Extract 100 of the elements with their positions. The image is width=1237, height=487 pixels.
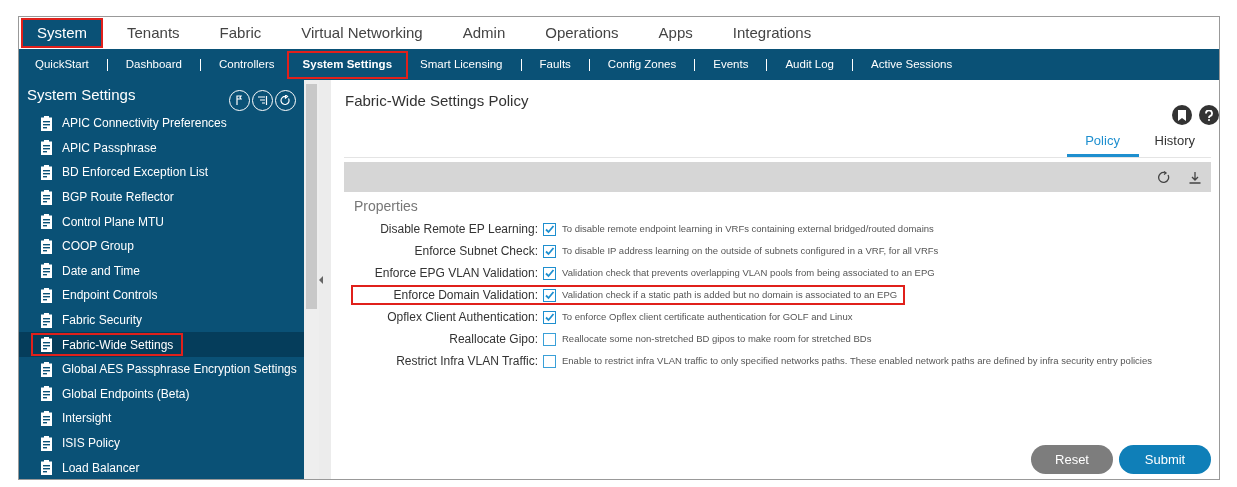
sub-nav-tab[interactable]: Dashboard [119,50,188,79]
sidebar-item[interactable]: ISIS Policy [19,430,304,456]
sidebar-item[interactable]: Global AES Passphrase Encryption Settings [19,356,304,382]
property-description: Validation check that prevents overlapping VLAN pools from being associated to an EPG [562,265,935,280]
refresh-icon[interactable] [1158,170,1171,184]
top-nav-tab[interactable]: Fabric [203,18,278,48]
sidebar-item-label: BGP Route Reflector [62,189,174,207]
document-icon [41,238,52,254]
sidebar-item-label: Fabric Security [62,312,143,330]
sub-nav-tab[interactable]: System Settings [286,50,409,79]
top-nav-tab[interactable]: System [21,18,103,48]
property-description: Reallocate some non-stretched BD gipos to make room for stretched BDs [562,331,872,346]
sidebar-item[interactable]: Fabric Security [19,307,304,333]
document-icon [41,386,52,402]
sub-nav-tab[interactable]: QuickStart [29,50,95,79]
top-nav-tab[interactable]: Virtual Networking [285,18,439,48]
sidebar-item-label: Global Endpoints (Beta) [62,385,190,403]
document-icon [41,287,52,303]
document-icon [41,115,52,131]
property-label: Disable Remote EP Learning: [379,221,538,238]
sub-nav-tab[interactable]: Faults [533,50,577,79]
sub-nav-tab[interactable]: Config Zones [601,50,683,79]
property-description: To disable IP address learning on the outside of subnets configured in a VRF, for all VRFs [562,243,939,258]
property-label: Restrict Infra VLAN Traffic: [395,353,538,370]
sidebar-item-label: Date and Time [62,262,141,280]
sidebar-item[interactable]: BGP Route Reflector [19,184,304,210]
document-icon [41,140,52,156]
property-label: Enforce Domain Validation: [392,287,538,304]
sidebar-item-label: APIC Passphrase [62,139,157,157]
sidebar-item-label: BD Enforced Exception List [62,164,209,182]
property-description: To enforce Opflex client certificate authentication for GOLF and Linux [562,309,853,324]
sidebar-item[interactable]: COOP Group [19,233,304,259]
download-icon[interactable] [1189,170,1201,184]
top-nav-tab[interactable]: Apps [642,18,709,48]
checkbox[interactable] [543,222,556,236]
document-icon [41,263,52,279]
document-icon [41,460,52,476]
document-icon [41,435,52,451]
top-nav-tab[interactable]: Tenants [111,18,196,48]
top-nav-tab[interactable]: Operations [529,18,635,48]
sidebar-item-label: Control Plane MTU [62,213,165,231]
sidebar-item[interactable]: Load Balancer [19,455,304,479]
panel-tab[interactable]: History [1138,127,1211,157]
checkbox[interactable] [543,332,556,346]
bookmark-icon[interactable] [1172,105,1192,125]
sidebar-item-label: APIC Connectivity Preferences [62,115,227,133]
checkbox[interactable] [543,266,556,280]
sidebar-item-label: Load Balancer [62,459,140,477]
sidebar-item[interactable]: Control Plane MTU [19,209,304,234]
checkmark-icon [544,245,555,257]
sub-nav-tab[interactable]: Audit Log [779,50,841,79]
property-label: Enforce Subnet Check: [413,243,538,260]
checkmark-icon [544,311,555,323]
sidebar-title: System Settings [27,85,136,106]
sidebar-item-label: Intersight [62,410,112,428]
sidebar-item-label: Global AES Passphrase Encryption Settings [62,361,297,379]
help-icon[interactable] [1199,105,1219,125]
submit-button[interactable]: Submit [1119,445,1211,474]
sidebar-item[interactable]: BD Enforced Exception List [19,160,304,185]
property-description: Validation check if a static path is added but no domain is associated to an EPG [562,287,898,302]
sidebar-item[interactable]: Endpoint Controls [19,283,304,308]
checkbox[interactable] [543,354,556,368]
sidebar-item-label: Endpoint Controls [62,287,158,305]
sub-nav-tab[interactable]: Controllers [212,50,281,79]
top-nav-tab[interactable]: Admin [446,18,522,48]
checkbox[interactable] [543,244,556,258]
top-nav-tab[interactable]: Integrations [716,18,828,48]
sub-nav-tab[interactable]: Active Sessions [865,50,959,79]
checkmark-icon [544,289,555,301]
document-icon [41,361,52,377]
sidebar-item[interactable]: Date and Time [19,258,304,284]
checkbox[interactable] [543,288,556,302]
document-icon [41,214,52,230]
checkbox[interactable] [543,310,556,324]
panel-title: Fabric-Wide Settings Policy [344,91,529,111]
sub-nav-tab[interactable]: Events [707,50,755,79]
property-label: Enforce EPG VLAN Validation: [373,265,538,282]
sidebar-item[interactable]: APIC Connectivity Preferences [19,111,304,136]
property-description: To disable remote endpoint learning in VRFs containing external bridged/routed domains [562,221,934,236]
document-icon [41,337,52,353]
sidebar-item[interactable]: Intersight [19,406,304,431]
document-icon [41,410,52,426]
property-label: Opflex Client Authentication: [386,309,538,326]
sidebar-item[interactable]: Global Endpoints (Beta) [19,381,304,407]
document-icon [41,312,52,328]
sub-nav-tab[interactable]: Smart Licensing [414,50,509,79]
scrollbar[interactable] [304,80,319,479]
section-title: Properties [354,197,419,216]
panel-tab[interactable]: Policy [1066,127,1139,157]
document-icon [41,165,52,180]
reset-button[interactable]: Reset [1031,445,1113,474]
checkmark-icon [544,267,555,279]
sidebar-item[interactable]: Fabric-Wide Settings [19,332,304,357]
property-label: Reallocate Gipo: [448,331,538,348]
document-icon [41,189,52,205]
sidebar-item-label: Fabric-Wide Settings [62,336,174,354]
property-description: Enable to restrict infra VLAN traffic to only specified networks paths. These enabled network paths are defined by infra security entry policies [562,353,1152,368]
sidebar-item[interactable]: APIC Passphrase [19,135,304,161]
sidebar-item-label: ISIS Policy [62,435,121,452]
sidebar-item-label: COOP Group [62,238,134,256]
